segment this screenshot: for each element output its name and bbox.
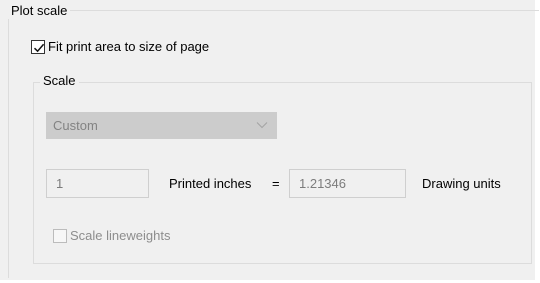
printed-inches-label: Printed inches xyxy=(169,176,252,191)
drawing-units-value: 1.21346 xyxy=(299,176,346,191)
scale-dropdown-value: Custom xyxy=(53,118,98,133)
chevron-down-icon xyxy=(256,122,268,129)
equals-sign: = xyxy=(272,176,280,191)
drawing-units-input[interactable]: 1.21346 xyxy=(289,169,406,198)
fit-to-page-checkbox-box[interactable] xyxy=(31,39,45,54)
plot-scale-title: Plot scale xyxy=(8,3,71,19)
printed-inches-value: 1 xyxy=(56,176,64,191)
scale-dropdown[interactable]: Custom xyxy=(46,112,277,139)
scale-lineweights-checkbox[interactable]: Scale lineweights xyxy=(53,228,170,243)
drawing-units-label: Drawing units xyxy=(422,176,501,191)
scale-lineweights-label: Scale lineweights xyxy=(70,228,171,243)
fit-to-page-label: Fit print area to size of page xyxy=(48,39,210,54)
scale-lineweights-checkbox-box[interactable] xyxy=(53,228,67,243)
printed-inches-input[interactable]: 1 xyxy=(46,169,149,198)
check-icon xyxy=(33,43,45,52)
scale-group-title: Scale xyxy=(40,73,79,89)
fit-to-page-checkbox[interactable]: Fit print area to size of page xyxy=(31,39,209,54)
